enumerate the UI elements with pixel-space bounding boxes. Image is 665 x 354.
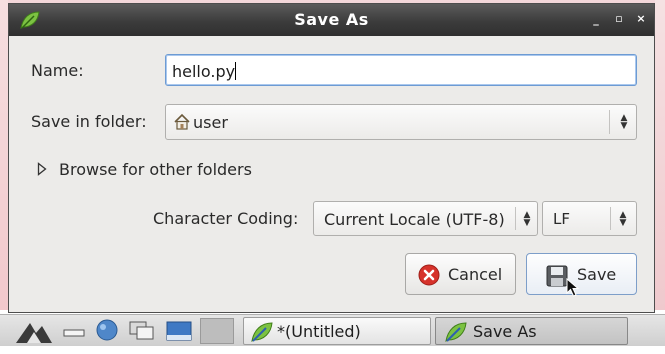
combo-separator: [610, 207, 611, 230]
close-button[interactable]: ×: [634, 12, 648, 25]
coding-value: Current Locale (UTF-8): [324, 210, 505, 229]
window-title: Save As: [294, 10, 369, 29]
home-icon: [173, 113, 191, 135]
folder-value: user: [193, 113, 228, 132]
taskbar-spacer: [200, 318, 234, 344]
combo-arrows-icon: ▲ ▼: [523, 210, 531, 228]
cancel-icon: [418, 264, 440, 290]
menu-logo-icon[interactable]: [14, 317, 54, 348]
title-bar[interactable]: Save As _ ▫ ×: [9, 4, 654, 36]
save-button[interactable]: Save: [526, 253, 637, 297]
maximize-button[interactable]: ▫: [612, 12, 626, 25]
combo-separator: [515, 207, 516, 230]
line-ending-value: LF: [553, 210, 570, 228]
expander-triangle-icon: [37, 162, 47, 176]
line-ending-combo[interactable]: LF ▲ ▼: [542, 201, 637, 236]
taskbar: *(Untitled) Save As: [0, 314, 665, 346]
minimize-all-icon[interactable]: [62, 323, 86, 354]
minimize-button[interactable]: _: [589, 13, 603, 26]
text-caret: [235, 62, 237, 80]
coding-combo[interactable]: Current Locale (UTF-8) ▲ ▼: [313, 201, 538, 236]
task-label: *(Untitled): [277, 322, 361, 341]
folder-combo[interactable]: user ▲ ▼: [165, 104, 637, 140]
cancel-label: Cancel: [448, 265, 503, 284]
desktop-icon[interactable]: [166, 320, 192, 351]
browse-label: Browse for other folders: [59, 160, 252, 179]
save-label: Save: [577, 265, 617, 284]
mouse-pointer-icon: [566, 277, 580, 302]
network-icon[interactable]: [94, 318, 120, 349]
name-field[interactable]: hello.py: [165, 54, 637, 86]
task-save-as[interactable]: Save As: [435, 317, 628, 345]
combo-separator: [609, 110, 610, 134]
leafpad-icon: [250, 321, 274, 347]
combo-arrows-icon: ▲ ▼: [620, 113, 628, 131]
folder-label: Save in folder:: [31, 112, 147, 131]
window-switch-icon[interactable]: [128, 320, 156, 351]
task-untitled[interactable]: *(Untitled): [243, 317, 431, 345]
coding-label: Character Coding:: [153, 209, 299, 228]
task-label: Save As: [473, 322, 537, 341]
leafpad-icon: [444, 321, 468, 347]
name-value: hello.py: [172, 62, 236, 81]
save-as-dialog: Save As _ ▫ × Name: hello.py Save in fol…: [8, 3, 655, 313]
desktop-backdrop-right: [655, 0, 665, 310]
name-label: Name:: [31, 61, 84, 80]
combo-arrows-icon: ▲ ▼: [619, 210, 627, 228]
cancel-button[interactable]: Cancel: [405, 253, 516, 295]
desktop-backdrop-left: [0, 0, 8, 310]
